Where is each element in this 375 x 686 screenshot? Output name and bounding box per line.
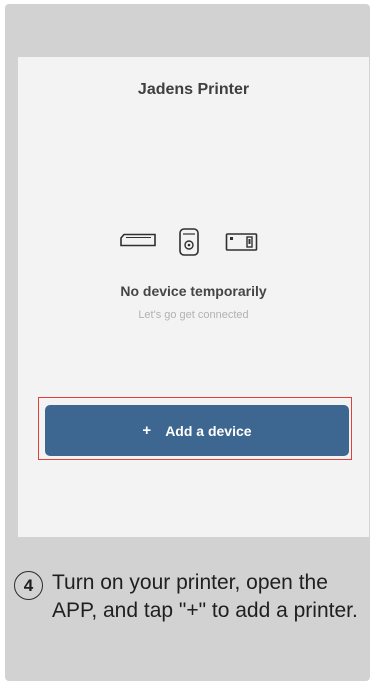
app-title: Jadens Printer <box>137 81 250 98</box>
wide-printer-icon <box>225 232 259 257</box>
add-device-button[interactable]: + Add a device <box>45 405 349 456</box>
plus-icon: + <box>142 422 152 439</box>
step-number-badge: 4 <box>14 571 43 600</box>
empty-state-subtitle: Let's go get connected <box>138 309 249 321</box>
empty-state-title: No device temporarily <box>120 283 267 299</box>
add-device-label: Add a device <box>165 422 252 439</box>
portable-printer-icon <box>178 227 200 262</box>
app-screen: Jadens Printer No device temporarily Let… <box>18 57 369 537</box>
instruction-text: Turn on your printer, open the APP, and … <box>52 571 358 622</box>
tutorial-card: Jadens Printer No device temporarily Let… <box>5 4 370 681</box>
device-illustrations <box>18 227 369 259</box>
label-printer-icon <box>119 233 157 252</box>
